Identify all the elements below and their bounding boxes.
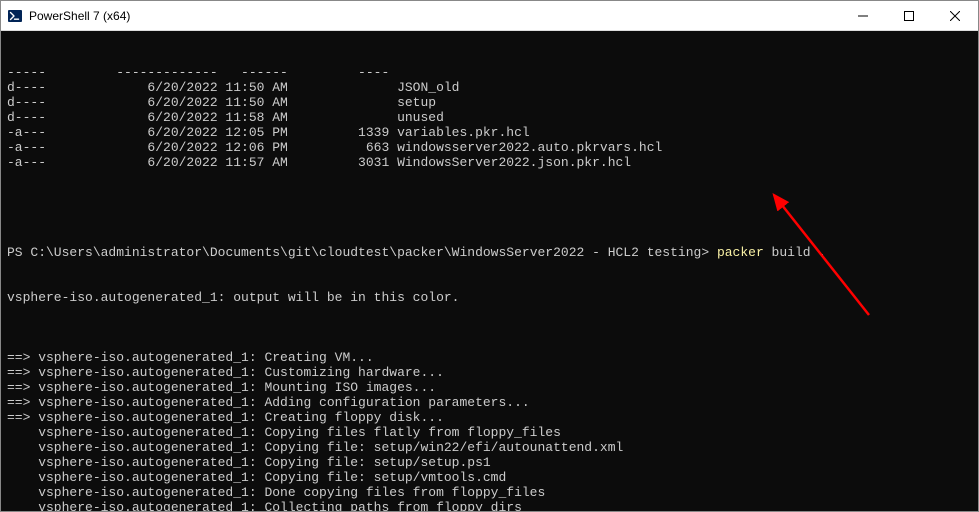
terminal[interactable]: ----- ------------- ------ ---- d---- 6/… xyxy=(1,31,978,511)
window-title: PowerShell 7 (x64) xyxy=(29,9,130,23)
color-notice: vsphere-iso.autogenerated_1: output will… xyxy=(7,290,972,305)
window-frame: PowerShell 7 (x64) ----- ------------- -… xyxy=(0,0,979,512)
listing-header-dashes: ----- ------------- ------ ---- xyxy=(7,65,972,80)
directory-listing: ----- ------------- ------ ---- d---- 6/… xyxy=(7,65,972,170)
command-packer: packer xyxy=(717,245,772,260)
packer-output: ==> vsphere-iso.autogenerated_1: Creatin… xyxy=(7,335,972,511)
listing-row: d---- 6/20/2022 11:58 AM unused xyxy=(7,110,972,125)
output-line: ==> vsphere-iso.autogenerated_1: Customi… xyxy=(7,365,972,380)
titlebar[interactable]: PowerShell 7 (x64) xyxy=(1,1,978,31)
command-args: build . xyxy=(772,245,827,260)
powershell-icon xyxy=(7,8,23,24)
listing-row: d---- 6/20/2022 11:50 AM setup xyxy=(7,95,972,110)
listing-row: -a--- 6/20/2022 12:06 PM 663 windowsserv… xyxy=(7,140,972,155)
output-line: vsphere-iso.autogenerated_1: Collecting … xyxy=(7,500,972,511)
maximize-button[interactable] xyxy=(886,1,932,30)
output-line: vsphere-iso.autogenerated_1: Copying fil… xyxy=(7,455,972,470)
output-line: ==> vsphere-iso.autogenerated_1: Creatin… xyxy=(7,410,972,425)
output-line xyxy=(7,335,972,350)
minimize-button[interactable] xyxy=(840,1,886,30)
titlebar-left: PowerShell 7 (x64) xyxy=(1,8,130,24)
output-line: vsphere-iso.autogenerated_1: Copying fil… xyxy=(7,425,972,440)
blank-line xyxy=(7,200,972,215)
window-controls xyxy=(840,1,978,30)
output-line: ==> vsphere-iso.autogenerated_1: Creatin… xyxy=(7,350,972,365)
output-line: ==> vsphere-iso.autogenerated_1: Mountin… xyxy=(7,380,972,395)
output-line: ==> vsphere-iso.autogenerated_1: Adding … xyxy=(7,395,972,410)
listing-row: d---- 6/20/2022 11:50 AM JSON_old xyxy=(7,80,972,95)
listing-row: -a--- 6/20/2022 12:05 PM 1339 variables.… xyxy=(7,125,972,140)
output-line: vsphere-iso.autogenerated_1: Copying fil… xyxy=(7,470,972,485)
output-line: vsphere-iso.autogenerated_1: Copying fil… xyxy=(7,440,972,455)
listing-row: -a--- 6/20/2022 11:57 AM 3031 WindowsSer… xyxy=(7,155,972,170)
output-line: vsphere-iso.autogenerated_1: Done copyin… xyxy=(7,485,972,500)
close-button[interactable] xyxy=(932,1,978,30)
prompt-line: PS C:\Users\administrator\Documents\git\… xyxy=(7,245,972,260)
